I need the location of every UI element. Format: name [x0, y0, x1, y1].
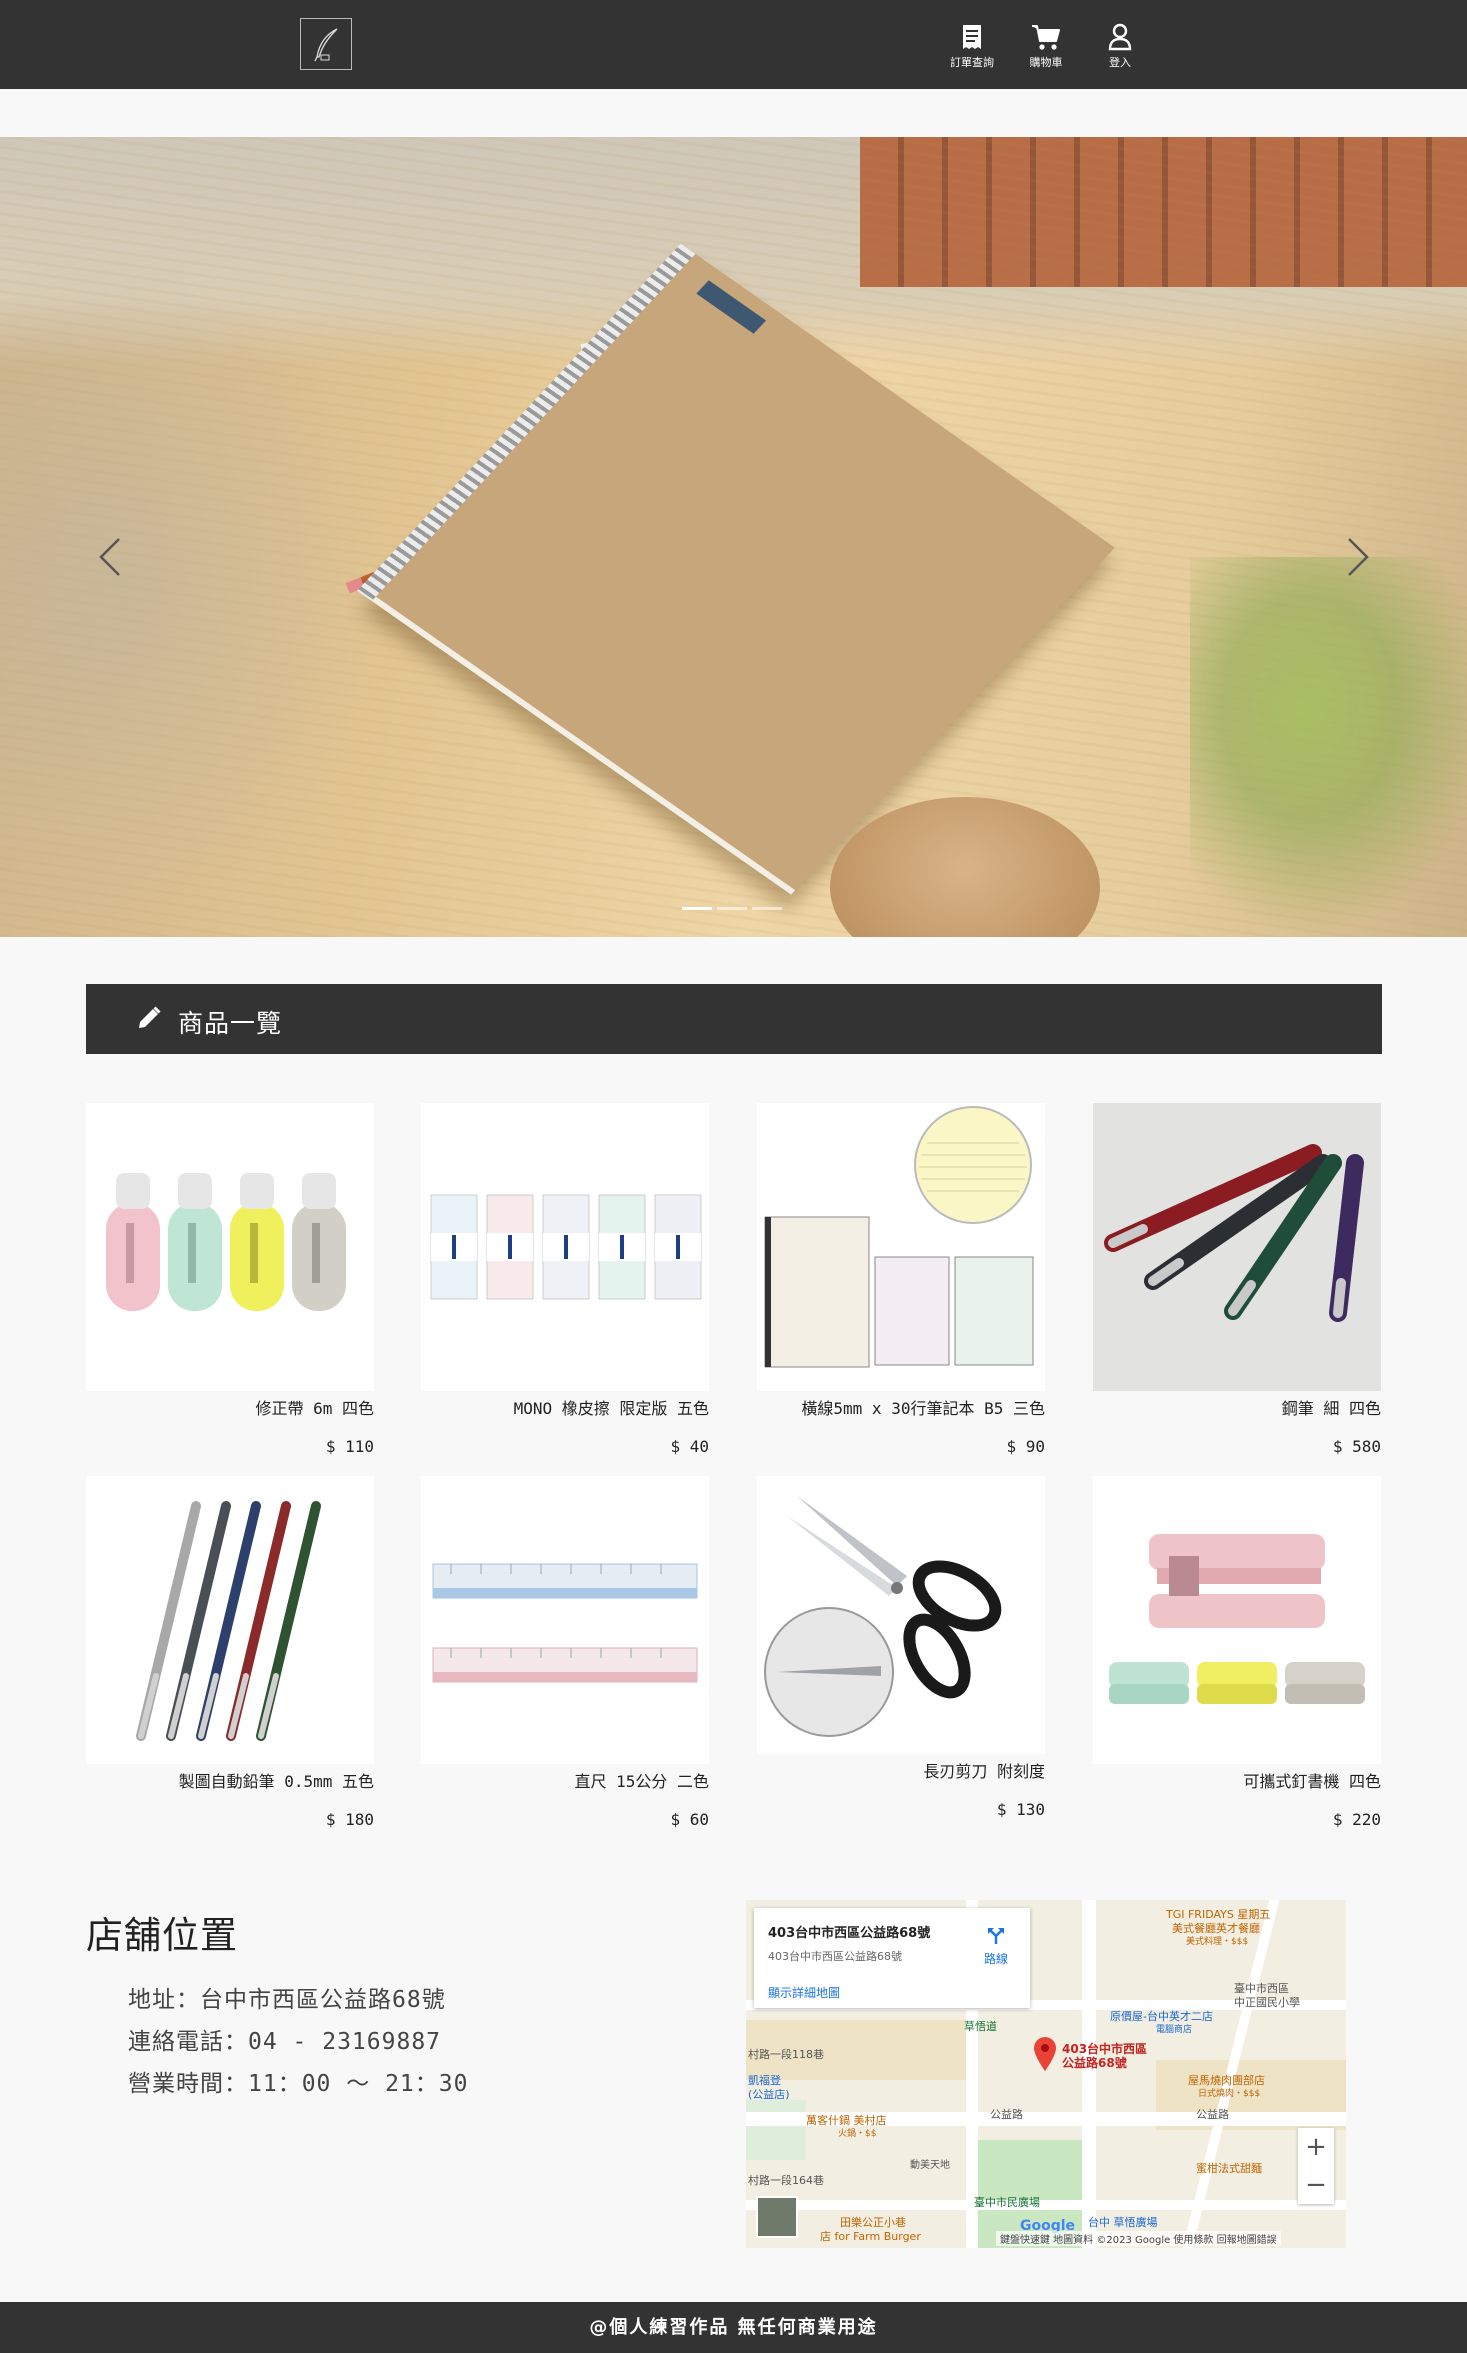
map-directions-button[interactable]: 路線: [976, 1926, 1016, 1967]
store-address: 地址：台中市西區公益路68號: [128, 1987, 446, 2013]
product-price: $ 60: [670, 1810, 709, 1829]
product-card[interactable]: 修正帶 6m 四色 $ 110: [86, 1103, 374, 1463]
carousel-indicator-1[interactable]: [682, 907, 712, 910]
map-attribution[interactable]: 鍵盤快速鍵 地圖資料 ©2023 Google 使用條款 回報地圖錯誤: [996, 2231, 1281, 2246]
product-name[interactable]: MONO 橡皮擦 限定版 五色: [514, 1395, 709, 1419]
nav-order-query-label: 訂單查詢: [950, 56, 994, 69]
product-image-stapler[interactable]: [1093, 1476, 1381, 1764]
map-poi-label: 蜜柑法式甜麵: [1196, 2162, 1262, 2175]
product-image-mono-eraser[interactable]: [421, 1103, 709, 1391]
map-poi-label: 中正國民小學: [1234, 1996, 1300, 2009]
products-section-header: 商品一覽: [86, 984, 1382, 1054]
product-card[interactable]: MONO 橡皮擦 限定版 五色 $ 40: [421, 1103, 709, 1463]
map-card-title: 403台中市西區公益路68號: [768, 1926, 931, 1941]
product-name[interactable]: 橫線5mm x 30行筆記本 B5 三色: [801, 1395, 1045, 1419]
street-view-thumbnail[interactable]: [756, 2196, 798, 2238]
map-zoom-controls: + −: [1298, 2128, 1334, 2204]
nav-login[interactable]: 登入: [1085, 22, 1155, 70]
map-poi-label: 台中 草悟廣場: [1088, 2216, 1158, 2229]
product-name[interactable]: 修正帶 6m 四色: [255, 1395, 374, 1419]
nav-cart[interactable]: 購物車: [1011, 22, 1081, 70]
map-poi-label: 火鍋・$$: [838, 2129, 877, 2139]
map-card-subtitle: 403台中市西區公益路68號: [768, 1950, 902, 1963]
product-card[interactable]: 直尺 15公分 二色 $ 60: [421, 1476, 709, 1836]
product-price: $ 110: [325, 1437, 374, 1456]
product-image-mechanical-pencil[interactable]: [86, 1476, 374, 1764]
carousel-indicator-2[interactable]: [717, 907, 747, 910]
map-poi-label: 美式料理・$$$: [1186, 1937, 1249, 1947]
store-phone: 連絡電話：04 - 23169887: [128, 2029, 442, 2055]
map-road-label: 村路一段118巷: [748, 2048, 824, 2061]
product-card[interactable]: 鋼筆 細 四色 $ 580: [1093, 1103, 1381, 1463]
product-card[interactable]: 製圖自動鉛筆 0.5mm 五色 $ 180: [86, 1476, 374, 1836]
carousel-indicator-3[interactable]: [752, 907, 782, 910]
user-icon: [1108, 23, 1132, 51]
product-card[interactable]: 橫線5mm x 30行筆記本 B5 三色 $ 90: [757, 1103, 1045, 1463]
product-card[interactable]: 長刃剪刀 附刻度 $ 130: [757, 1476, 1045, 1826]
map-road-label: 公益路: [990, 2108, 1023, 2121]
products-section-title: 商品一覽: [178, 1009, 283, 1038]
product-price: $ 180: [325, 1810, 374, 1829]
map-poi-label: 電腦商店: [1156, 2025, 1193, 2035]
map-pin-icon[interactable]: [1032, 2036, 1058, 2072]
map-poi-label: 動美天地: [910, 2160, 950, 2171]
quill-icon: [314, 28, 338, 62]
hero-carousel: [0, 137, 1467, 937]
store-location-title: 店舖位置: [86, 1914, 238, 1957]
pencil-icon: [139, 1006, 161, 1028]
product-image-fountain-pen[interactable]: [1093, 1103, 1381, 1391]
map-road-label: 公益路: [1196, 2108, 1229, 2121]
chevron-left-icon: [99, 538, 120, 576]
footer: @個人練習作品 無任何商業用途: [0, 2302, 1467, 2353]
map-poi-label: 店 for Farm Burger: [820, 2230, 921, 2243]
logo[interactable]: [300, 18, 352, 70]
product-name[interactable]: 製圖自動鉛筆 0.5mm 五色: [179, 1768, 374, 1792]
product-name[interactable]: 直尺 15公分 二色: [574, 1768, 709, 1792]
carousel-prev-button[interactable]: [90, 527, 130, 587]
product-name[interactable]: 可攜式釘書機 四色: [1243, 1768, 1381, 1792]
map-poi-label: 草悟道: [964, 2020, 997, 2033]
product-image-correction-tape[interactable]: [86, 1103, 374, 1391]
map-directions-label: 路線: [983, 1952, 1008, 1966]
cart-icon: [1032, 25, 1060, 50]
chevron-right-icon: [1348, 538, 1369, 576]
map-poi-label: (公益店): [748, 2088, 790, 2101]
map-road-label: 村路一段164巷: [748, 2174, 824, 2187]
map-place-card: 403台中市西區公益路68號 403台中市西區公益路68號 顯示詳細地圖 路線: [754, 1908, 1030, 2008]
receipt-icon: [963, 25, 981, 49]
nav-cart-label: 購物車: [1029, 56, 1063, 69]
map-view-larger-link[interactable]: 顯示詳細地圖: [768, 1984, 840, 2001]
product-price: $ 40: [670, 1437, 709, 1456]
product-price: $ 130: [996, 1800, 1045, 1819]
product-price: $ 580: [1332, 1437, 1381, 1456]
map-poi-label: 日式燒肉・$$$: [1198, 2089, 1261, 2099]
product-name[interactable]: 長刃剪刀 附刻度: [923, 1758, 1045, 1782]
nav-login-label: 登入: [1109, 56, 1131, 69]
map-poi-label: 臺中市民廣場: [974, 2196, 1040, 2209]
map-pin-label: 403台中市西區 公益路68號: [1062, 2042, 1148, 2070]
top-navbar: 訂單查詢 購物車 登入: [0, 0, 1467, 89]
zoom-in-button[interactable]: +: [1298, 2128, 1334, 2166]
zoom-out-button[interactable]: −: [1298, 2166, 1334, 2204]
carousel-indicators: [682, 907, 787, 913]
nav-order-query[interactable]: 訂單查詢: [937, 22, 1007, 70]
product-image-scissors[interactable]: [757, 1476, 1045, 1754]
product-image-ruler[interactable]: [421, 1476, 709, 1764]
product-price: $ 90: [1006, 1437, 1045, 1456]
product-name[interactable]: 鋼筆 細 四色: [1282, 1395, 1381, 1419]
store-hours: 營業時間：11：00 ～ 21：30: [128, 2071, 469, 2097]
product-image-notebook[interactable]: [757, 1103, 1045, 1391]
product-price: $ 220: [1332, 1810, 1381, 1829]
directions-icon: [988, 1928, 1004, 1944]
embedded-map[interactable]: TGI FRIDAYS 星期五 美式餐廳英才餐廳 美式料理・$$$ 臺中市西區 …: [746, 1900, 1346, 2248]
plant-photo: [1190, 557, 1467, 937]
product-card[interactable]: 可攜式釘書機 四色 $ 220: [1093, 1476, 1381, 1836]
carousel-next-button[interactable]: [1338, 527, 1378, 587]
